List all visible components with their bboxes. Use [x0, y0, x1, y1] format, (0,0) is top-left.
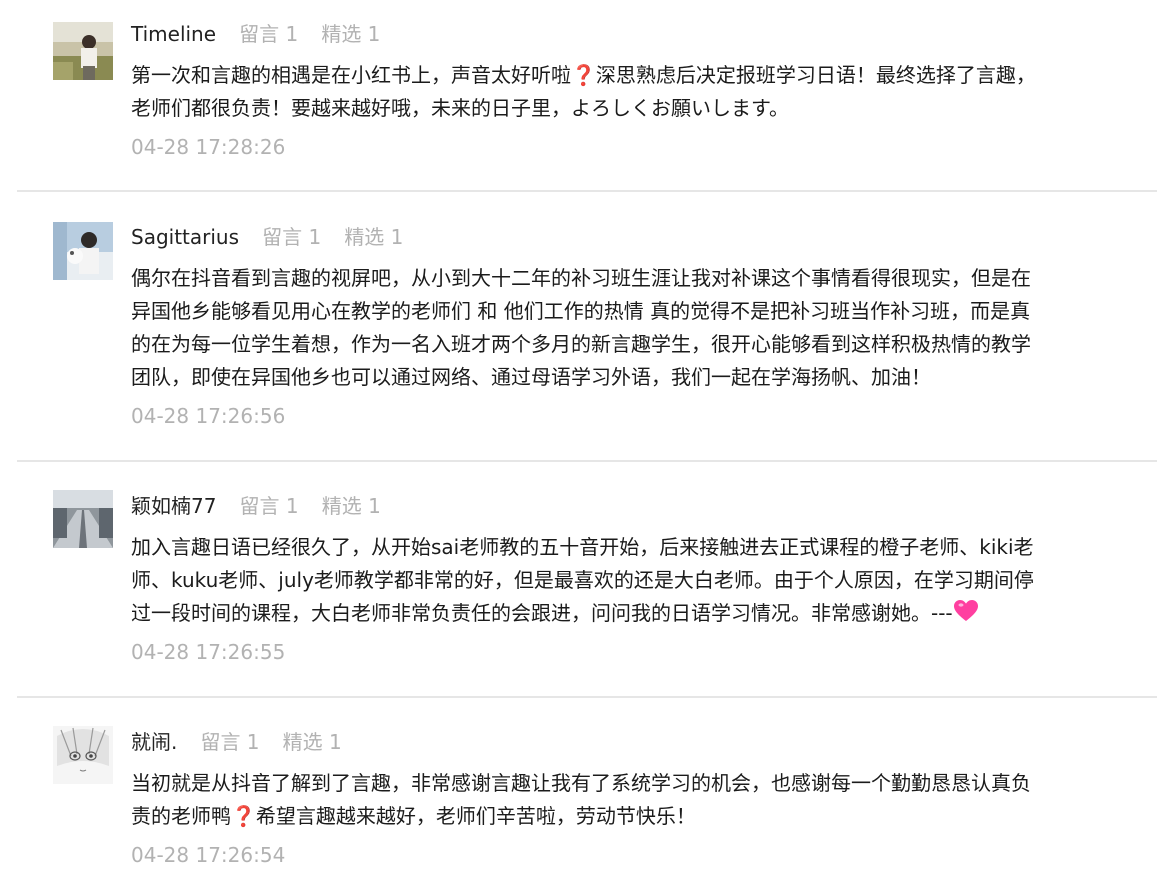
comment-meta: 就闹. 留言 1 精选 1	[131, 727, 360, 757]
avatar[interactable]	[53, 490, 113, 548]
comment-timestamp: 04-28 17:28:26	[131, 135, 286, 159]
comment-line: 当初就是从抖音了解到了言趣，非常感谢言趣让我有了系统学习的机会，也感谢每一个勤勤…	[131, 771, 1031, 795]
comment-meta: Timeline 留言 1 精选 1	[131, 19, 398, 49]
comment-meta: Sagittarius 留言 1 精选 1	[131, 222, 421, 252]
comment-timestamp: 04-28 17:26:54	[131, 843, 286, 867]
comment-line: 异国他乡能够看见用心在教学的老师们 和 他们工作的热情 真的觉得不是把补习班当作…	[131, 299, 1031, 323]
comment-line-text: 第一次和言趣的相遇是在小红书上，声音太好听啦❓深思熟虑后决定报班学习日语！最终选…	[131, 63, 1036, 87]
comment-line: 过一段时间的课程，大白老师非常负责任的会跟进，问问我的日语学习情况。非常感谢她。…	[131, 597, 1091, 633]
comment-line: 团队，即使在异国他乡也可以通过网络、通过母语学习外语，我们一起在学海扬帆、加油！	[131, 365, 931, 389]
red-question-mark-icon: ❓	[231, 804, 256, 828]
avatar[interactable]	[53, 726, 113, 784]
avatar[interactable]	[53, 22, 113, 80]
divider	[17, 696, 1157, 698]
nickname[interactable]: 就闹.	[131, 730, 177, 754]
comment-text: 当初就是从抖音了解到了言趣，非常感谢言趣让我有了系统学习的机会，也感谢每一个勤勤…	[131, 767, 1091, 833]
comment-line: 偶尔在抖音看到言趣的视屏吧，从小到大十二年的补习班生涯让我对补课这个事情看得很现…	[131, 266, 1031, 290]
comment-line-text: 过一段时间的课程，大白老师非常负责任的会跟进，问问我的日语学习情况。非常感谢她。…	[131, 601, 953, 625]
comment-line: 第一次和言趣的相遇是在小红书上，声音太好听啦❓深思熟虑后决定报班学习日语！最终选…	[131, 59, 1091, 92]
reply-count[interactable]: 留言 1	[262, 225, 321, 249]
comment-line: 责的老师鸭❓希望言趣越来越好，老师们辛苦啦，劳动节快乐！	[131, 804, 696, 828]
red-question-mark-icon: ❓	[571, 63, 596, 87]
featured-count[interactable]: 精选 1	[322, 494, 381, 518]
comment-line: 师、kuku老师、july老师教学都非常的好，但是最喜欢的还是大白老师。由于个人…	[131, 568, 1034, 592]
nickname[interactable]: Sagittarius	[131, 225, 239, 249]
divider	[17, 460, 1157, 462]
avatar[interactable]	[53, 222, 113, 280]
reply-count[interactable]: 留言 1	[240, 494, 299, 518]
comment-line-text: 老师们都很负责！要越来越好哦，未来的日子里，よろしくお願いします。	[131, 96, 789, 120]
reply-count[interactable]: 留言 1	[239, 22, 298, 46]
pink-heart-icon	[953, 599, 979, 633]
comment-list: Timeline 留言 1 精选 1 第一次和言趣的相遇是在小红书上，声音太好听…	[0, 0, 1157, 883]
comment-timestamp: 04-28 17:26:55	[131, 640, 286, 664]
featured-count[interactable]: 精选 1	[344, 225, 403, 249]
comment-text: 偶尔在抖音看到言趣的视屏吧，从小到大十二年的补习班生涯让我对补课这个事情看得很现…	[131, 262, 1091, 394]
nickname[interactable]: 颖如楠77	[131, 494, 216, 518]
comment-line: 老师们都很负责！要越来越好哦，未来的日子里，よろしくお願いします。	[131, 92, 1091, 125]
comment-line: 加入言趣日语已经很久了，从开始sai老师教的五十音开始，后来接触进去正式课程的橙…	[131, 535, 1034, 559]
comment-line: 的在为每一位学生着想，作为一名入班才两个多月的新言趣学生，很开心能够看到这样积极…	[131, 332, 1031, 356]
reply-count[interactable]: 留言 1	[200, 730, 259, 754]
featured-count[interactable]: 精选 1	[321, 22, 380, 46]
divider	[17, 190, 1157, 192]
comment-text: 第一次和言趣的相遇是在小红书上，声音太好听啦❓深思熟虑后决定报班学习日语！最终选…	[131, 59, 1091, 125]
comment-text: 加入言趣日语已经很久了，从开始sai老师教的五十音开始，后来接触进去正式课程的橙…	[131, 531, 1091, 633]
comment-timestamp: 04-28 17:26:56	[131, 404, 286, 428]
nickname[interactable]: Timeline	[131, 22, 216, 46]
comment-meta: 颖如楠77 留言 1 精选 1	[131, 491, 399, 521]
featured-count[interactable]: 精选 1	[283, 730, 342, 754]
